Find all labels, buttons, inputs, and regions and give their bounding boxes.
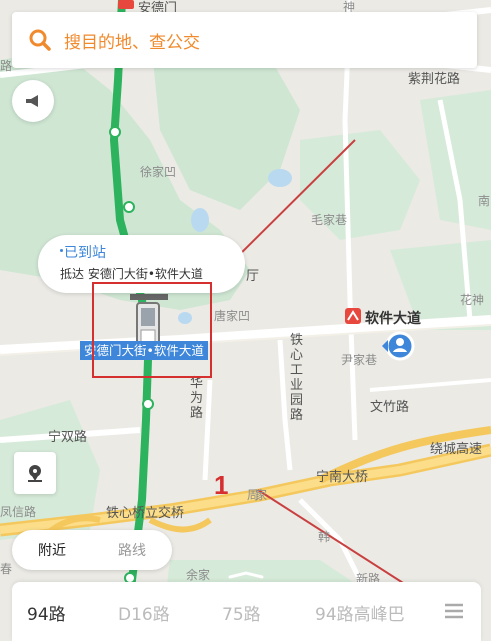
map-label-xujiaao: 徐家凹: [140, 165, 177, 179]
status-dot: [60, 249, 63, 252]
route-tab-94[interactable]: 94路: [27, 600, 66, 625]
map-label-yinjiaxiang: 尹家巷: [341, 353, 378, 367]
map-label-nan: 南: [478, 194, 491, 208]
tab-route[interactable]: 路线: [92, 530, 172, 570]
route-selector-bar: 94路 D16路 75路 94路高峰巴: [12, 582, 481, 641]
nearby-route-toggle: 附近 路线: [12, 530, 172, 570]
annotation-box-bus: [92, 282, 212, 378]
map-label-han: 韩: [318, 530, 331, 544]
map-label-huashen: 花神: [460, 293, 485, 307]
search-bar[interactable]: 搜目的地、查公交: [12, 12, 477, 68]
map-label-ting: 厅: [246, 269, 260, 284]
map-label-wenzhu-road: 文竹路: [370, 400, 410, 415]
route-tab-d16[interactable]: D16路: [118, 600, 170, 625]
location-pin-icon: [28, 465, 42, 482]
map-label-maojiaxiang: 毛家巷: [311, 213, 348, 227]
locate-button[interactable]: [14, 452, 56, 494]
map-label-fengxin-road: 凤信路: [0, 505, 37, 519]
map-label-tangjiaao: 唐家凹: [214, 309, 251, 323]
announcement-button[interactable]: [12, 80, 54, 122]
map-label-raocheng: 绕城高速: [430, 442, 483, 457]
route-menu-button[interactable]: [433, 591, 475, 631]
map-label-tiexin-road: 铁心工业园路: [290, 333, 304, 423]
route-tab-75[interactable]: 75路: [222, 600, 261, 625]
metro-station-icon: [345, 308, 361, 324]
tab-nearby[interactable]: 附近: [12, 530, 92, 570]
arrival-status: 已到站: [64, 245, 106, 261]
megaphone-icon: [26, 95, 38, 107]
menu-icon: [445, 603, 463, 619]
map-label-xinglu: 路: [0, 59, 13, 73]
annotation-number: 1: [214, 470, 229, 500]
map-label-jia: 家: [255, 488, 268, 502]
metro-station-icon-top: [118, 0, 134, 9]
map-label-zijinghua: 紫荆花路: [408, 72, 461, 87]
map-label-tiexinqiao: 铁心桥立交桥: [106, 506, 185, 521]
map-label-huawei-road: 华为路: [190, 376, 204, 421]
map-label-ruanjian-metro: 软件大道: [365, 311, 421, 327]
map-label-ningnan-bridge: 宁南大桥: [316, 470, 369, 485]
search-icon: [29, 29, 51, 51]
route-tab-94-peak[interactable]: 94路高峰巴: [315, 600, 405, 625]
search-placeholder: 搜目的地、查公交: [64, 32, 200, 53]
map-label-chun: 春: [0, 562, 13, 576]
map-label-yujia: 余家: [186, 568, 211, 582]
arrival-detail: 抵达 安德门大街•软件大道: [60, 267, 203, 281]
drag-handle-icon[interactable]: [226, 571, 266, 579]
map-label-ningshuang-road: 宁双路: [48, 430, 88, 445]
